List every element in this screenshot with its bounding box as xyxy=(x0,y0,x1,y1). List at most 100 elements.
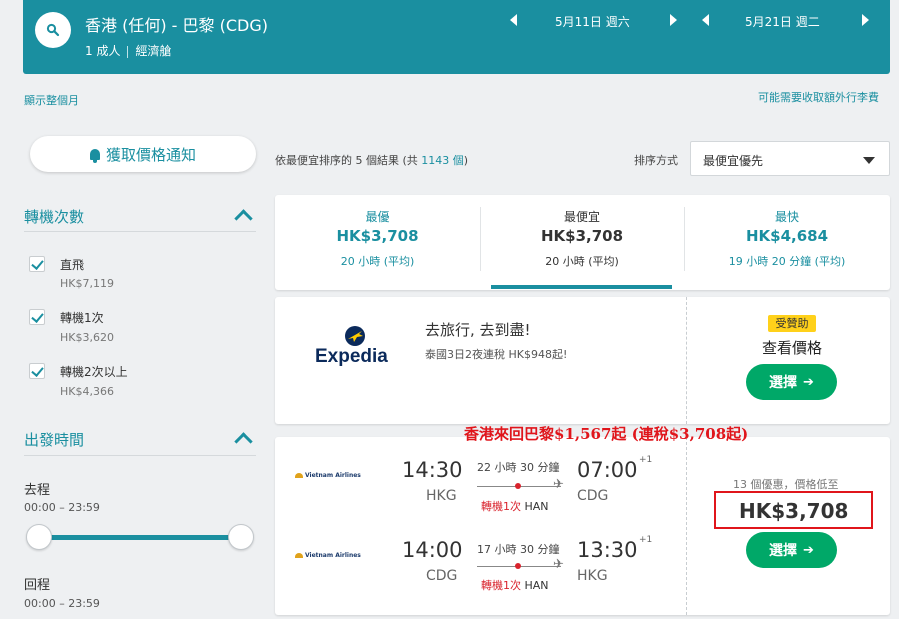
tab-title: 最便宜 xyxy=(563,210,600,224)
departure-time: 14:00 xyxy=(402,538,463,562)
stops-two-plus-checkbox[interactable] xyxy=(29,363,45,379)
ad-subtitle: 泰國3日2夜連稅 HK$948起! xyxy=(425,348,568,361)
route-title: 香港 (任何) - 巴黎 (CDG) xyxy=(85,16,268,35)
tab-title: 最優 xyxy=(365,210,390,224)
tab-duration: 20 小時 (平均) xyxy=(340,255,415,268)
stops-one-checkbox[interactable] xyxy=(29,309,45,325)
depart-date-nav: 5月11日 週六 xyxy=(507,14,687,32)
sort-value: 最便宜優先 xyxy=(703,154,764,168)
plane-icon: ✈ xyxy=(553,557,564,572)
next-depart-date-arrow-icon[interactable] xyxy=(670,14,677,26)
deals-count: 13 個優惠，價格低至 xyxy=(733,478,839,491)
stops-option-label[interactable]: 轉機1次 xyxy=(60,309,104,326)
airline-logo: Vietnam Airlines xyxy=(295,472,361,479)
departure-time: 14:30 xyxy=(402,458,463,482)
select-button-label: 選擇 xyxy=(769,375,798,391)
cabin-class: 經濟艙 xyxy=(135,44,172,58)
results-prefix: 依 xyxy=(275,154,286,167)
stop-count: 轉機1次 xyxy=(481,500,521,513)
flight-duration: 22 小時 30 分鐘 xyxy=(477,461,560,474)
tab-fastest[interactable]: 最快 HK$4,684 19 小時 20 分鐘 (平均) xyxy=(684,195,890,290)
sort-dropdown[interactable]: 最便宜優先 xyxy=(690,141,890,176)
tab-price: HK$3,708 xyxy=(540,227,624,245)
flight-duration: 17 小時 30 分鐘 xyxy=(477,543,560,556)
ad-select-button[interactable]: 選擇 ➔ xyxy=(746,364,837,400)
outbound-time-slider-track[interactable] xyxy=(38,535,240,540)
stop-dot xyxy=(515,563,521,569)
price-alert-button[interactable]: 獲取價格通知 xyxy=(30,136,256,172)
ad-headline: 去旅行, 去到盡! xyxy=(425,321,531,339)
stops-option-price: HK$7,119 xyxy=(60,277,114,290)
stop-dot xyxy=(515,483,521,489)
sort-label: 排序方式 xyxy=(634,154,678,167)
price-annotation: 香港來回巴黎$1,567起 (連稅$3,708起) xyxy=(464,425,749,443)
stop-info: 轉機1次 HAN xyxy=(481,498,549,514)
stops-option-price: HK$4,366 xyxy=(60,385,114,398)
return-label: 回程 xyxy=(24,578,51,593)
arrival-airport: HKG xyxy=(577,568,608,584)
sort-tabs: 最優 HK$3,708 20 小時 (平均) 最便宜 HK$3,708 20 小… xyxy=(275,195,890,290)
divider xyxy=(24,231,256,232)
return-time-range: 00:00 – 23:59 xyxy=(24,597,100,610)
chevron-down-icon xyxy=(863,157,875,164)
airline-logo: Vietnam Airlines xyxy=(295,552,361,559)
departure-time-filter-title[interactable]: 出發時間 xyxy=(24,429,84,450)
tab-price: HK$3,708 xyxy=(336,227,419,245)
divider xyxy=(686,437,687,615)
tab-duration: 19 小時 20 分鐘 (平均) xyxy=(728,255,846,268)
arrival-time: 07:00 xyxy=(577,458,638,482)
passenger-count: 1 成人 xyxy=(85,44,121,58)
stops-nonstop-checkbox[interactable] xyxy=(29,256,45,272)
expedia-logo: Expedia xyxy=(315,325,425,369)
search-button[interactable] xyxy=(35,12,71,48)
search-icon xyxy=(46,23,60,37)
results-suffix: ) xyxy=(463,154,469,167)
tab-cheapest[interactable]: 最便宜 HK$3,708 20 小時 (平均) xyxy=(480,195,684,290)
outbound-slider-min-handle[interactable] xyxy=(26,524,52,550)
flight-select-button[interactable]: 選擇 ➔ xyxy=(746,532,837,568)
passenger-cabin-info: 1 成人 經濟艙 xyxy=(85,42,171,59)
price-alert-label: 獲取價格通知 xyxy=(105,145,196,164)
expedia-wordmark: Expedia xyxy=(315,346,388,367)
results-count: 依最便宜排序的 5 個結果 (共 1143 個) xyxy=(275,152,468,168)
stop-airport: HAN xyxy=(524,500,549,513)
show-month-link[interactable]: 顯示整個月 xyxy=(24,92,79,108)
price-highlight-box xyxy=(714,491,873,529)
airline-name: Vietnam Airlines xyxy=(305,472,361,479)
vietnam-airlines-lotus-icon xyxy=(295,473,303,478)
stops-option-label[interactable]: 轉機2次以上 xyxy=(60,363,128,380)
tab-duration: 20 小時 (平均) xyxy=(545,255,619,268)
active-tab-indicator xyxy=(491,285,672,289)
prev-return-date-arrow-icon[interactable] xyxy=(702,14,709,26)
next-return-date-arrow-icon[interactable] xyxy=(862,14,869,26)
outbound-slider-max-handle[interactable] xyxy=(228,524,254,550)
stops-option-label[interactable]: 直飛 xyxy=(60,256,84,273)
sponsored-badge: 受贊助 xyxy=(768,315,816,332)
stops-filter-title[interactable]: 轉機次數 xyxy=(24,206,84,227)
outbound-label: 去程 xyxy=(24,483,51,498)
depart-date[interactable]: 5月11日 週六 xyxy=(555,13,630,30)
divider xyxy=(686,297,687,424)
results-sort-word: 最便宜 xyxy=(286,154,319,167)
outbound-time-range: 00:00 – 23:59 xyxy=(24,501,100,514)
results-middle: 排序的 5 個結果 (共 xyxy=(319,154,422,167)
stop-count: 轉機1次 xyxy=(481,579,521,592)
departure-airport: CDG xyxy=(426,568,458,584)
tab-best[interactable]: 最優 HK$3,708 20 小時 (平均) xyxy=(275,195,480,290)
return-date[interactable]: 5月21日 週二 xyxy=(745,13,820,30)
plane-icon: ✈ xyxy=(553,477,564,492)
next-day-indicator: +1 xyxy=(639,535,653,545)
results-total: 1143 個 xyxy=(421,154,464,167)
divider xyxy=(127,45,129,58)
departure-airport: HKG xyxy=(426,488,457,504)
arrival-airport: CDG xyxy=(577,488,609,504)
search-summary-bar[interactable]: 香港 (任何) - 巴黎 (CDG) 1 成人 經濟艙 5月11日 週六 5月21… xyxy=(23,0,890,74)
bell-icon xyxy=(89,148,100,163)
tab-price: HK$4,684 xyxy=(745,227,829,245)
prev-depart-date-arrow-icon[interactable] xyxy=(510,14,517,26)
stops-option-price: HK$3,620 xyxy=(60,331,114,344)
next-day-indicator: +1 xyxy=(639,455,653,465)
extra-baggage-link[interactable]: 可能需要收取額外行李費 xyxy=(758,89,879,105)
divider xyxy=(24,455,256,456)
sponsored-ad-card[interactable]: Expedia 去旅行, 去到盡! 泰國3日2夜連稅 HK$948起! 受贊助 … xyxy=(275,297,890,424)
